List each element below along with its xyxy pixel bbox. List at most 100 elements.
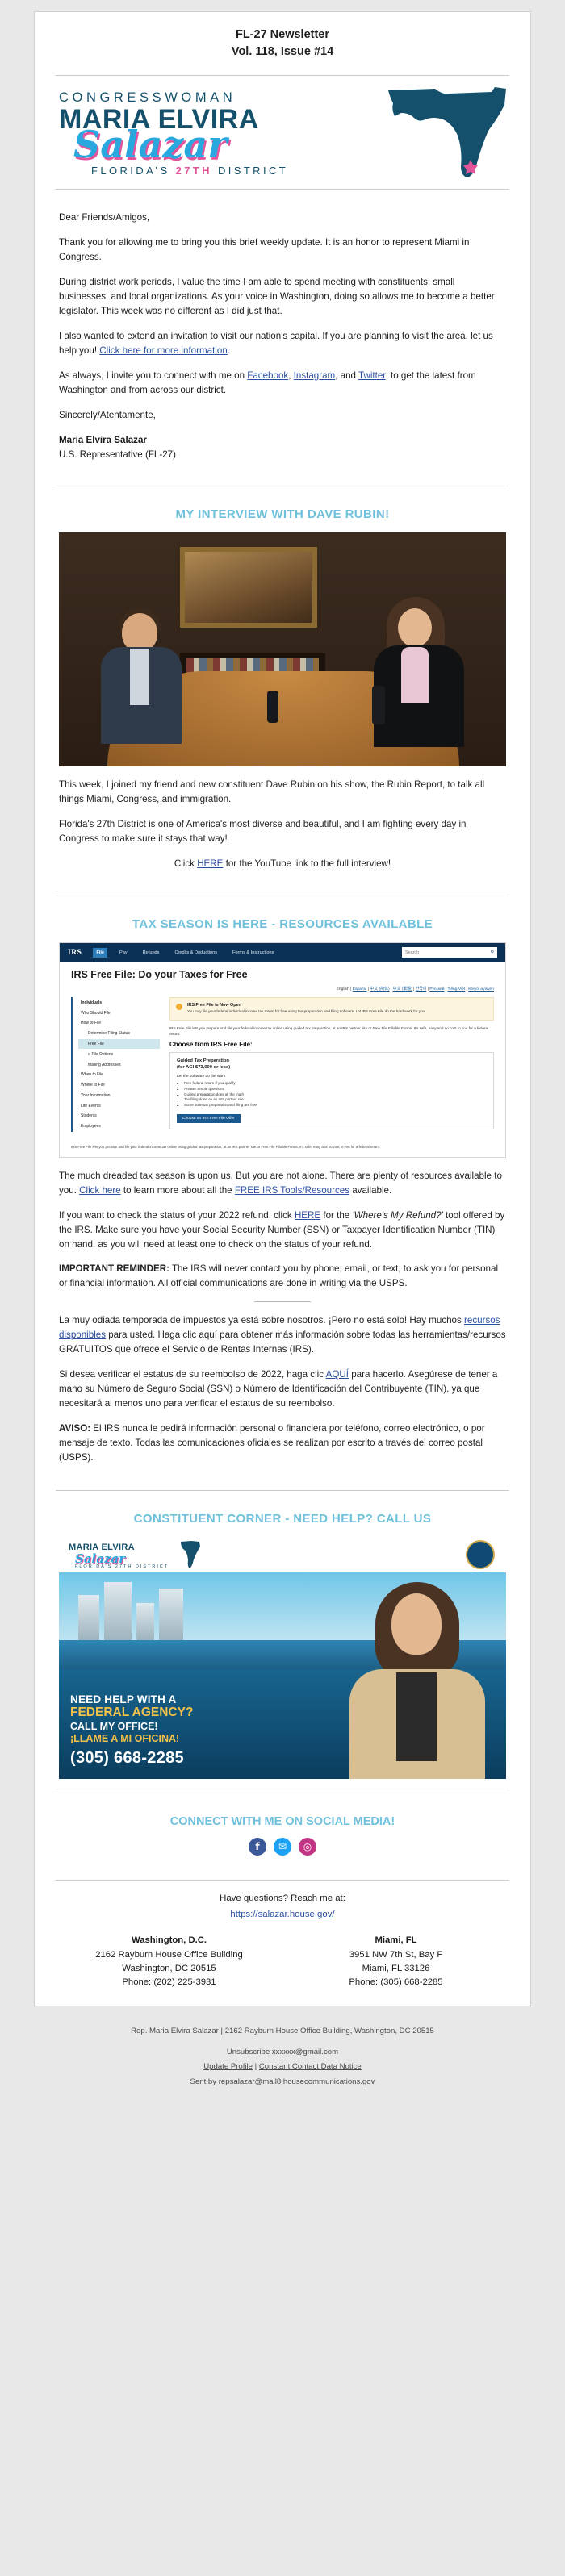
- tax-paragraph-1: The much dreaded tax season is upon us. …: [59, 1170, 502, 1196]
- youtube-link[interactable]: HERE: [197, 858, 223, 869]
- irs-nav-credits[interactable]: Credits & Deductions: [171, 948, 220, 958]
- lang-creole[interactable]: Kreyòl ayisyen: [468, 987, 494, 992]
- office-name: Miami, FL: [375, 1935, 417, 1946]
- logo-district-line: FLORIDA’S 27TH DISTRICT: [91, 165, 289, 177]
- list-item: Guided preparation does all the math: [184, 1092, 487, 1098]
- lang-chinese-simplified[interactable]: 中文 (简体): [370, 987, 389, 992]
- irs-search-input[interactable]: Search ⚲: [402, 947, 497, 958]
- irs-side-efile-options[interactable]: e-File Options: [78, 1049, 160, 1059]
- facebook-icon[interactable]: f: [249, 1838, 266, 1856]
- irs-nav-forms[interactable]: Forms & Instructions: [229, 948, 277, 958]
- offices-row: Washington, D.C. 2162 Rayburn House Offi…: [35, 1923, 530, 2006]
- important-reminder-label: IMPORTANT REMINDER:: [59, 1263, 170, 1275]
- masthead: FL-27 Newsletter Vol. 118, Issue #14: [35, 12, 530, 65]
- irs-nav-pay[interactable]: Pay: [116, 948, 131, 958]
- free-irs-tools-link[interactable]: FREE IRS Tools/Resources: [235, 1185, 349, 1196]
- irs-content: IRS Free File is Now Open You may file y…: [160, 997, 494, 1131]
- lang-korean[interactable]: 한국어: [416, 987, 427, 992]
- office-phone: Phone: (305) 668-2285: [349, 1977, 443, 1987]
- irs-alert-body: You may file your federal individual inc…: [187, 1009, 426, 1014]
- data-notice-link[interactable]: Constant Contact Data Notice: [259, 2062, 362, 2071]
- lang-espanol[interactable]: Español: [353, 987, 367, 992]
- facebook-link[interactable]: Facebook: [247, 370, 288, 381]
- banner-line-1: NEED HELP WITH A: [70, 1693, 177, 1706]
- irs-choose-heading: Choose from IRS Free File:: [170, 1041, 253, 1049]
- visit-info-link[interactable]: Click here for more information: [99, 345, 228, 356]
- letter-greeting: Dear Friends/Amigos,: [59, 212, 150, 223]
- irs-side-where-to-file[interactable]: Where to File: [78, 1080, 160, 1091]
- irs-card-bullets: Free federal return if you qualify Answe…: [184, 1081, 487, 1108]
- banner-line-3: CALL MY OFFICE!: [70, 1721, 158, 1733]
- irs-side-how-to-file[interactable]: How to File: [78, 1018, 160, 1029]
- irs-side-employees[interactable]: Employees: [78, 1121, 160, 1132]
- letter-paragraph-4: As always, I invite you to connect with …: [59, 369, 476, 395]
- irs-side-when-to-file[interactable]: When to File: [78, 1070, 160, 1080]
- footer-sent-by: Sent by repsalazar@mail8.housecommunicat…: [190, 2077, 375, 2086]
- list-item: Answer simple questions: [184, 1087, 487, 1092]
- social-heading: CONNECT WITH ME ON SOCIAL MEDIA!: [170, 1815, 396, 1829]
- update-profile-link[interactable]: Update Profile: [203, 2062, 253, 2071]
- tax-spanish-paragraph-3: AVISO: El IRS nunca le pedirá informació…: [59, 1423, 485, 1463]
- constituent-banner[interactable]: MARIA ELVIRA Salazar FLORIDA’S 27TH DIST…: [59, 1537, 506, 1780]
- lang-russian[interactable]: Русский: [429, 987, 444, 992]
- microphone-icon: [267, 690, 278, 723]
- lang-chinese-traditional[interactable]: 中文 (繁體): [393, 987, 412, 992]
- office-washington: Washington, D.C. 2162 Rayburn House Offi…: [56, 1934, 282, 1989]
- interview-paragraph-2: Florida's 27th District is one of Americ…: [59, 818, 467, 844]
- congressional-seal-icon: [466, 1540, 495, 1570]
- irs-side-individuals[interactable]: Individuals: [78, 997, 160, 1008]
- footer-unsubscribe[interactable]: Unsubscribe xxxxxx@gmail.com: [24, 2045, 541, 2060]
- letter-closing: Sincerely/Atentamente,: [59, 409, 156, 420]
- irs-sidebar: Individuals Who Should File How to File …: [71, 997, 160, 1132]
- person-dave-rubin: [98, 607, 188, 744]
- list-item: Free federal return if you qualify: [184, 1081, 487, 1087]
- contact-website: https://salazar.house.gov/: [35, 1906, 530, 1923]
- tax-click-here-link[interactable]: Click here: [79, 1185, 121, 1196]
- interview-text: This week, I joined my friend and new co…: [35, 766, 530, 887]
- lang-english[interactable]: English: [337, 987, 349, 992]
- irs-page-title: IRS Free File: Do your Taxes for Free: [71, 969, 248, 981]
- refund-status-link[interactable]: HERE: [295, 1210, 320, 1221]
- irs-side-students[interactable]: Students: [78, 1111, 160, 1121]
- irs-footnote: IRS Free File lets you prepare and file …: [71, 1144, 381, 1149]
- office-address-2: Washington, DC 20515: [122, 1964, 216, 1974]
- irs-side-your-information[interactable]: Your Information: [78, 1091, 160, 1101]
- irs-alert-title: IRS Free File is Now Open: [187, 1003, 241, 1008]
- banner-phone: (305) 668-2285: [70, 1749, 184, 1768]
- divider-after-social: [56, 1880, 509, 1881]
- irs-side-determine-filing-status[interactable]: Determine Filing Status: [78, 1029, 160, 1039]
- office-address-1: 2162 Rayburn House Office Building: [95, 1950, 243, 1960]
- office-miami: Miami, FL 3951 NW 7th St, Bay F Miami, F…: [282, 1934, 509, 1989]
- letter-body: Dear Friends/Amigos, Thank you for allow…: [35, 199, 530, 476]
- aqui-link[interactable]: AQUÍ: [326, 1369, 349, 1380]
- florida-map-icon: [388, 87, 506, 178]
- irs-side-free-file[interactable]: Free File: [78, 1038, 160, 1050]
- irs-choose-offer-button[interactable]: Choose an IRS Free File Offer: [177, 1113, 241, 1123]
- irs-nav-file[interactable]: File: [93, 947, 107, 958]
- interview-photo[interactable]: [59, 532, 506, 766]
- office-phone: Phone: (202) 225-3931: [122, 1977, 216, 1987]
- search-icon[interactable]: ⚲: [491, 950, 494, 955]
- irs-side-life-events[interactable]: Life Events: [78, 1100, 160, 1111]
- letter-paragraph-1: Thank you for allowing me to bring you t…: [59, 237, 470, 262]
- wall-painting-icon: [180, 546, 317, 628]
- tax-heading: TAX SEASON IS HERE - RESOURCES AVAILABLE: [132, 917, 433, 932]
- lang-vietnamese[interactable]: Tiếng Việt: [447, 987, 465, 992]
- website-link[interactable]: https://salazar.house.gov/: [230, 1910, 334, 1919]
- twitter-link[interactable]: Twitter: [358, 370, 386, 381]
- tax-spanish-paragraph-2: Si desea verificar el estatus de su reem…: [59, 1369, 498, 1409]
- divider-after-tax: [56, 1490, 509, 1492]
- instagram-link[interactable]: Instagram: [294, 370, 336, 381]
- irs-side-mailing-addresses[interactable]: Mailing Addresses: [78, 1059, 160, 1070]
- twitter-icon[interactable]: ✉: [274, 1838, 291, 1856]
- irs-card-title-2: (for AGI $73,000 or less): [177, 1065, 231, 1071]
- newsletter-issue: Vol. 118, Issue #14: [231, 45, 334, 59]
- instagram-icon[interactable]: ◎: [299, 1838, 316, 1856]
- footer-links: Update Profile | Constant Contact Data N…: [203, 2062, 362, 2072]
- irs-side-who-should-file[interactable]: Who Should File: [78, 1008, 160, 1018]
- banner-logo-bar: MARIA ELVIRA Salazar FLORIDA’S 27TH DIST…: [59, 1537, 506, 1573]
- irs-screenshot[interactable]: IRS File Pay Refunds Credits & Deduction…: [59, 942, 506, 1158]
- tax-paragraph-2: If you want to check the status of your …: [59, 1209, 505, 1250]
- salazar-logo: CONGRESSWOMAN MARIA ELVIRA Salazar FLORI…: [56, 86, 509, 179]
- irs-nav-refunds[interactable]: Refunds: [140, 948, 163, 958]
